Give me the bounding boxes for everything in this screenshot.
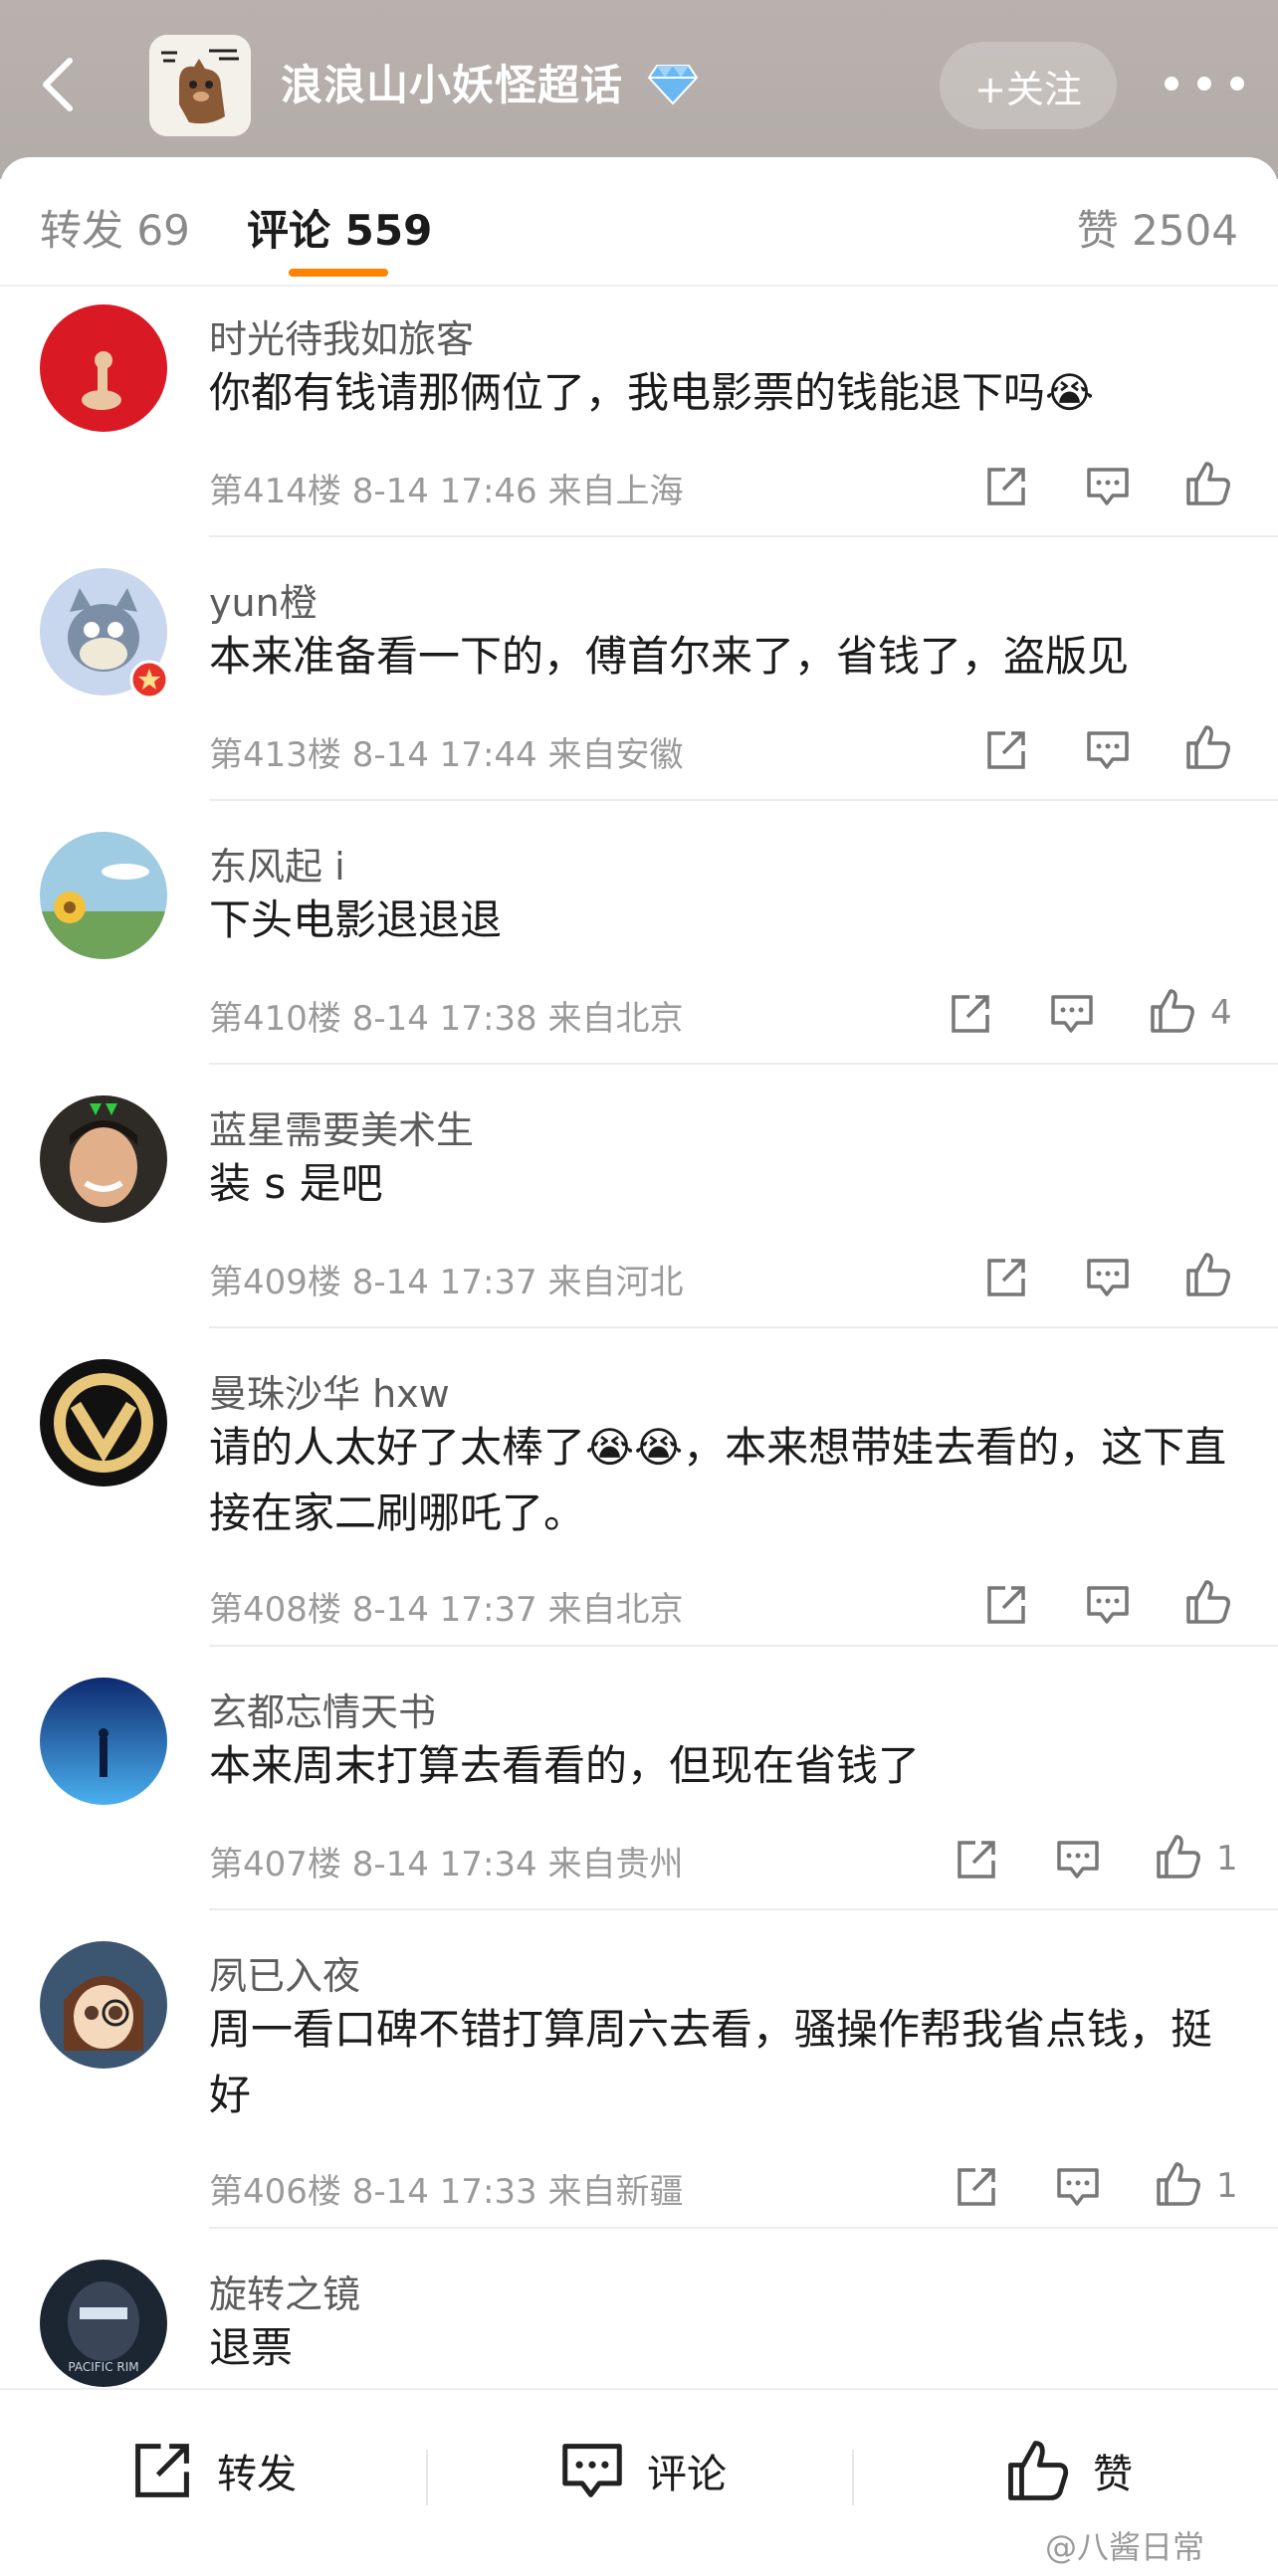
like-count: 1 [1216, 1839, 1238, 1879]
comment-item: 蓝星需要美术生 装 s 是吧 第409楼 8-14 17:37 来自河北 [0, 1080, 1278, 1328]
bottom-separator [852, 2450, 854, 2505]
comment-meta: 第409楼 8-14 17:37 来自河北 [209, 1263, 684, 1302]
share-icon[interactable] [983, 464, 1029, 513]
comment-text: 本来准备看一下的，傅首尔来了，省钱了，盗版见 [209, 632, 1130, 681]
share-icon[interactable] [954, 2164, 999, 2214]
comment-meta: 第408楼 8-14 17:37 来自北京 [209, 1590, 684, 1630]
like-count: 4 [1210, 993, 1232, 1033]
commenter-name[interactable]: 玄都忘情天书 [209, 1682, 436, 1736]
comment-divider [209, 1063, 1278, 1065]
follow-label: +关注 [974, 67, 1082, 111]
like-button[interactable]: 赞 [1005, 2438, 1133, 2503]
comment-item: PACIFIC RIM 旋转之镜 退票 [0, 2244, 1278, 2388]
commenter-name[interactable]: yun橙 [209, 572, 318, 627]
avatar[interactable] [40, 832, 167, 959]
avatar[interactable] [40, 304, 167, 432]
comment-meta: 第407楼 8-14 17:34 来自贵州 [209, 1845, 684, 1884]
more-options-icon[interactable] [1165, 62, 1244, 105]
topic-avatar[interactable] [149, 35, 251, 136]
active-tab-indicator [289, 269, 388, 277]
commenter-name[interactable]: 蓝星需要美术生 [209, 1099, 474, 1154]
commenter-name[interactable]: 曼珠沙华 hxw [209, 1363, 450, 1418]
comment-item: 夙已入夜 周一看口碑不错打算周六去看，骚操作帮我省点钱，挺好 第406楼 8-1… [0, 1925, 1278, 2240]
commenter-name[interactable]: 东风起 i [209, 836, 345, 891]
avatar[interactable] [40, 1678, 167, 1805]
comment-text: 请的人太好了太棒了😭😭，本来想带娃去看的，这下直接在家二刷哪吒了。 [209, 1423, 1227, 1537]
repost-button[interactable]: 转发 [129, 2438, 297, 2503]
reply-icon[interactable] [1085, 1582, 1131, 1632]
tab-repost[interactable]: 转发 69 [40, 197, 190, 258]
tab-bar: 转发 69 评论 559 赞 2504 [0, 157, 1278, 287]
share-icon[interactable] [983, 1255, 1029, 1304]
comment-divider [209, 535, 1278, 537]
diamond-badge-icon [647, 65, 699, 105]
top-header: 浪浪山小妖怪超话 +关注 [0, 0, 1278, 179]
thumbs-up-icon [1008, 2441, 1069, 2500]
share-icon[interactable] [983, 1582, 1029, 1632]
share-icon[interactable] [954, 1837, 999, 1886]
comment-meta: 第410楼 8-14 17:38 来自北京 [209, 999, 684, 1039]
commenter-name[interactable]: 夙已入夜 [209, 1945, 360, 2000]
topic-title[interactable]: 浪浪山小妖怪超话 [281, 52, 623, 112]
comment-text: 周一看口碑不错打算周六去看，骚操作帮我省点钱，挺好 [209, 2005, 1213, 2119]
avatar[interactable] [40, 1941, 167, 2069]
reply-icon[interactable] [1055, 1837, 1101, 1886]
reply-icon[interactable] [1049, 991, 1095, 1041]
comment-divider [209, 799, 1278, 801]
comment-button[interactable]: 评论 [559, 2438, 727, 2503]
tab-like[interactable]: 赞 2504 [1077, 197, 1238, 258]
avatar[interactable] [40, 1095, 167, 1223]
tab-comment[interactable]: 评论 559 [247, 197, 432, 258]
comment-text: 装 s 是吧 [209, 1159, 383, 1208]
comment-text: 本来周末打算去看看的，但现在省钱了 [209, 1741, 921, 1790]
share-icon[interactable] [983, 727, 1029, 777]
comment-text: 下头电影退退退 [209, 895, 503, 944]
avatar[interactable]: PACIFIC RIM [40, 2260, 167, 2387]
comment-text: 退票 [209, 2323, 294, 2372]
comment-meta: 第414楼 8-14 17:46 来自上海 [209, 472, 684, 511]
comment-icon [562, 2444, 622, 2497]
share-icon[interactable] [948, 991, 993, 1041]
like-label: 赞 [1093, 2452, 1133, 2497]
like-icon[interactable] [1184, 460, 1232, 511]
bottom-separator [426, 2450, 428, 2505]
comment-label: 评论 [647, 2452, 727, 2497]
comment-meta: 第413楼 8-14 17:44 来自安徽 [209, 735, 684, 775]
topic-logo-icon [149, 35, 251, 136]
commenter-name[interactable]: 旋转之镜 [209, 2264, 360, 2318]
like-count: 1 [1216, 2166, 1238, 2206]
comment-divider [209, 1645, 1278, 1647]
like-icon[interactable] [1155, 1833, 1202, 1884]
like-icon[interactable] [1184, 1578, 1232, 1630]
reply-icon[interactable] [1085, 727, 1131, 777]
reply-icon[interactable] [1085, 464, 1131, 513]
like-icon[interactable] [1184, 723, 1232, 775]
comment-divider [209, 1326, 1278, 1328]
like-icon[interactable] [1184, 1251, 1232, 1302]
comment-item: 曼珠沙华 hxw 请的人太好了太棒了😭😭，本来想带娃去看的，这下直接在家二刷哪吒… [0, 1343, 1278, 1658]
comment-divider [209, 2227, 1278, 2229]
reply-icon[interactable] [1085, 1255, 1131, 1304]
comment-item: 东风起 i 下头电影退退退 第410楼 8-14 17:38 来自北京 4 [0, 816, 1278, 1065]
svg-text:PACIFIC RIM: PACIFIC RIM [68, 2360, 138, 2374]
share-icon [135, 2444, 189, 2497]
follow-button[interactable]: +关注 [940, 42, 1117, 129]
commenter-name[interactable]: 时光待我如旅客 [209, 308, 474, 363]
reply-icon[interactable] [1055, 2164, 1101, 2214]
watermark: @八酱日常 [1045, 2528, 1205, 2566]
avatar[interactable] [40, 1359, 167, 1486]
like-icon[interactable] [1155, 2160, 1202, 2212]
comment-item: 时光待我如旅客 你都有钱请那俩位了，我电影票的钱能退下吗😭 第414楼 8-14… [0, 289, 1278, 537]
comment-text: 你都有钱请那俩位了，我电影票的钱能退下吗😭 [209, 368, 1095, 417]
comment-item: yun橙 本来准备看一下的，傅首尔来了，省钱了，盗版见 第413楼 8-14 1… [0, 552, 1278, 801]
comment-item: 玄都忘情天书 本来周末打算去看看的，但现在省钱了 第407楼 8-14 17:3… [0, 1662, 1278, 1910]
verified-badge-icon [129, 660, 169, 699]
comment-meta: 第406楼 8-14 17:33 来自新疆 [209, 2172, 684, 2212]
back-arrow-icon[interactable] [30, 55, 90, 114]
like-icon[interactable] [1149, 987, 1196, 1039]
repost-label: 转发 [217, 2452, 297, 2497]
comment-divider [209, 1908, 1278, 1910]
